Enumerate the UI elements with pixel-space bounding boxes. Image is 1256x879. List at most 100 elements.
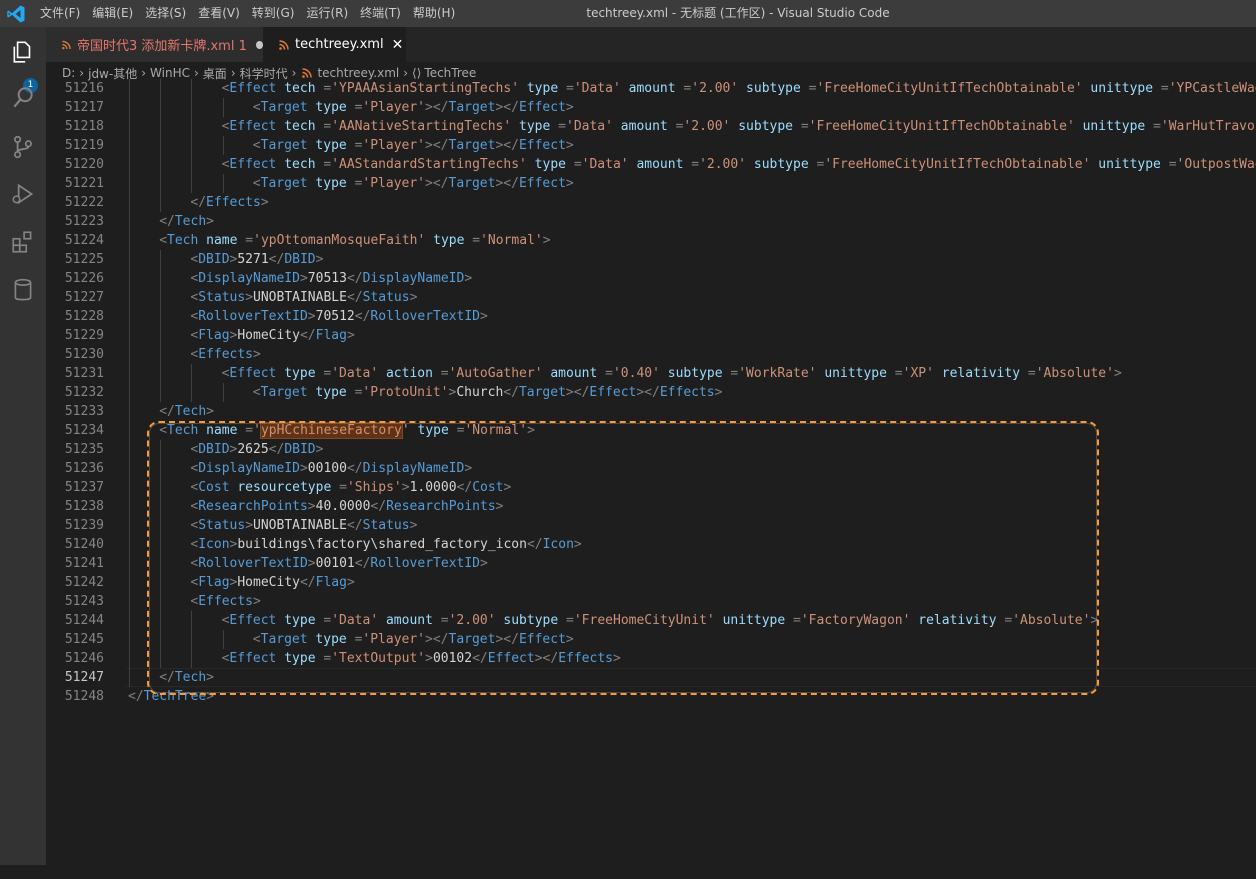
- line-number: 51240: [64, 537, 104, 552]
- code-line[interactable]: 51217 <Target type ='Player'></Target></E…: [46, 98, 1256, 117]
- indent-guide: [129, 212, 130, 231]
- code-token: HomeCity: [237, 328, 300, 343]
- indent-guide: [129, 383, 130, 402]
- code-token: =: [691, 157, 700, 172]
- code-line[interactable]: 51229 <Flag>HomeCity</Flag>: [46, 326, 1256, 345]
- code-token: Effect: [589, 385, 637, 400]
- code-token: 'OutpostWagon': [1176, 157, 1256, 172]
- code-token: Tech: [174, 404, 207, 419]
- indent-guide: [191, 383, 193, 402]
- line-number: 51233: [64, 404, 104, 419]
- chevron-right-icon: ›: [291, 66, 297, 80]
- tabs-bar: 帝国时代3 添加新卡牌.xml 1 techtreey.xml ✕: [46, 27, 1256, 62]
- code-line[interactable]: 51218 <Effect tech ='AANativeStartingTech…: [46, 117, 1256, 136]
- close-icon[interactable]: ✕: [392, 37, 404, 53]
- breadcrumb-drive[interactable]: D:: [62, 66, 75, 80]
- code-token: >: [253, 347, 261, 362]
- code-token: UNOBTAINABLE: [253, 290, 347, 305]
- breadcrumb-symbol[interactable]: TechTree: [424, 66, 476, 80]
- indent-guide: [160, 345, 162, 364]
- code-token: tech: [284, 81, 324, 96]
- code-token: >: [245, 290, 254, 305]
- code-line[interactable]: 51231 <Effect type ='Data' action ='AutoG…: [46, 364, 1256, 383]
- code-line[interactable]: 51230 <Effects>: [46, 345, 1256, 364]
- code-token: Target: [260, 385, 316, 400]
- line-number: 51219: [64, 138, 104, 153]
- code-token: >: [480, 309, 488, 324]
- code-token: >: [464, 271, 473, 286]
- indent-guide: [160, 155, 162, 174]
- indent-guide: [160, 326, 162, 345]
- breadcrumb-file[interactable]: techtreey.xml: [317, 66, 399, 80]
- code-token: Target: [448, 100, 496, 115]
- code-line[interactable]: 51227 <Status>UNOBTAINABLE</Status>: [46, 288, 1256, 307]
- code-token: unittype: [816, 366, 895, 381]
- code-text: <DBID>5271</DBID>: [190, 250, 323, 269]
- code-line[interactable]: 51226 <DisplayNameID>70513</DisplayNameID…: [46, 269, 1256, 288]
- code-token: >: [565, 176, 574, 191]
- editor-area: 帝国时代3 添加新卡牌.xml 1 techtreey.xml ✕ D: › j…: [46, 27, 1256, 865]
- code-token: 'WorkRate': [738, 366, 817, 381]
- code-line[interactable]: 51216 <Effect tech ='YPAAAsianStartingTec…: [46, 79, 1256, 98]
- indent-guide: [129, 668, 130, 687]
- code-line[interactable]: 51225 <DBID>5271</DBID>: [46, 250, 1256, 269]
- highlight-annotation-box: [147, 421, 1099, 695]
- code-token: Flag: [198, 328, 230, 343]
- code-text: <Target type ='ProtoUnit'>Church</Target…: [253, 383, 723, 402]
- code-token: >: [346, 328, 355, 343]
- search-icon[interactable]: [6, 81, 40, 115]
- code-token: >: [299, 271, 308, 286]
- window-title: techtreey.xml - 无标题 (工作区) - Visual Studi…: [586, 6, 890, 20]
- code-token: 'AANativeStartingTechs': [331, 119, 512, 134]
- code-token: Effect: [229, 119, 285, 134]
- indent-guide: [129, 364, 130, 383]
- database-icon[interactable]: [6, 273, 40, 307]
- code-line[interactable]: 51219 <Target type ='Player'></Target></E…: [46, 136, 1256, 155]
- code-token: >: [425, 176, 433, 191]
- source-control-icon[interactable]: [6, 130, 40, 164]
- indent-guide: [129, 421, 130, 440]
- indent-guide: [129, 478, 130, 497]
- code-token: RolloverTextID: [198, 309, 308, 324]
- code-token: RolloverTextID: [370, 309, 480, 324]
- explorer-icon[interactable]: [6, 35, 40, 69]
- code-line[interactable]: 51224 <Tech name ='ypOttomanMosqueFaith' …: [46, 231, 1256, 250]
- code-token: =: [440, 366, 449, 381]
- indent-guide: [191, 174, 193, 193]
- indent-guide: [191, 98, 193, 117]
- code-line[interactable]: 51223 </Tech>: [46, 212, 1256, 231]
- indent-guide: [129, 592, 130, 611]
- code-token: Tech: [174, 214, 207, 229]
- code-token: </: [503, 385, 519, 400]
- tab-new-card-xml[interactable]: 帝国时代3 添加新卡牌.xml 1: [46, 27, 263, 62]
- breadcrumb-folder[interactable]: WinHC: [150, 66, 190, 80]
- line-number: 51216: [64, 81, 104, 96]
- indent-guide: [222, 174, 224, 193]
- run-debug-icon[interactable]: [6, 177, 40, 211]
- code-token: 5271: [237, 252, 269, 267]
- line-number: 51221: [64, 176, 104, 191]
- code-line[interactable]: 51232 <Target type ='ProtoUnit'>Church</T…: [46, 383, 1256, 402]
- code-token: type: [315, 176, 355, 191]
- code-line[interactable]: 51221 <Target type ='Player'></Target></E…: [46, 174, 1256, 193]
- code-text: <Effects>: [190, 345, 260, 364]
- extensions-icon[interactable]: [6, 225, 40, 259]
- code-line[interactable]: 51228 <RolloverTextID>70512</RolloverText…: [46, 307, 1256, 326]
- indent-guide: [129, 193, 130, 212]
- code-token: </: [159, 404, 175, 419]
- code-token: </: [432, 176, 449, 191]
- tab-techtreey-xml[interactable]: techtreey.xml ✕: [263, 27, 406, 62]
- code-line[interactable]: 51220 <Effect tech ='AAStandardStartingTe…: [46, 155, 1256, 174]
- code-token: Effect: [229, 157, 285, 172]
- line-number: 51231: [64, 366, 104, 381]
- code-line[interactable]: 51233 </Tech>: [46, 402, 1256, 421]
- code-token: =: [605, 366, 613, 381]
- line-number: 51217: [64, 100, 104, 115]
- code-line[interactable]: 51222 </Effects>: [46, 193, 1256, 212]
- unsaved-dot-icon[interactable]: [255, 40, 263, 49]
- code-token: <: [252, 138, 261, 153]
- indent-guide: [129, 250, 130, 269]
- indent-guide: [160, 307, 162, 326]
- code-token: >: [206, 404, 214, 419]
- code-token: Status: [362, 290, 410, 305]
